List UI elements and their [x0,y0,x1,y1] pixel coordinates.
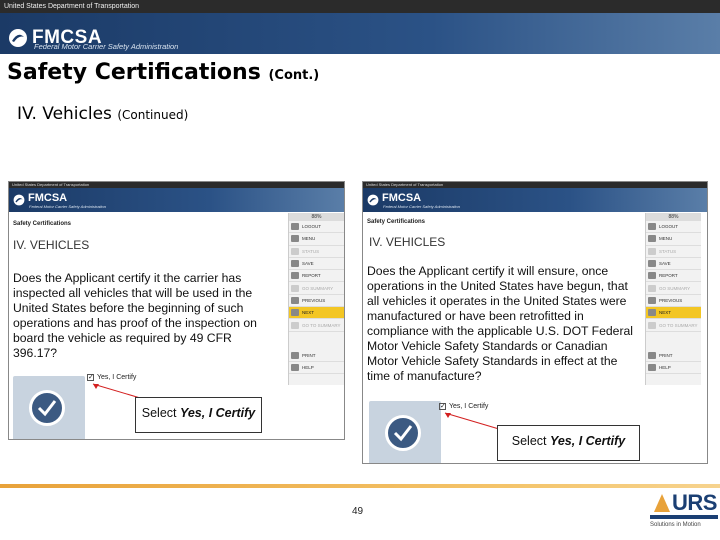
menu-help[interactable]: HELP [289,362,344,375]
page-number: 49 [352,506,364,517]
screen-section: IV. VEHICLES [369,235,446,249]
screen-section: IV. VEHICLES [13,238,90,252]
summary-icon [291,284,299,292]
mini-fmcsa-tagline: Federal Motor Carrier Safety Administrat… [29,204,106,209]
summary-icon [648,321,656,329]
menu-status[interactable]: STATUS [646,246,701,258]
side-menu: 88% LOGOUT MENU STATUS SAVE REPORT GO SU… [645,213,701,385]
menu-icon [648,235,656,243]
screenshot-vehicles-fmvss: United States Department of Transportati… [362,181,708,464]
menu-spacer [646,332,701,350]
urs-tagline: Solutions in Motion [650,522,701,528]
menu-print[interactable]: PRINT [289,350,344,362]
callout-select-yes: Select Yes, I Certify [497,425,640,461]
previous-icon [291,296,299,304]
menu-status[interactable]: STATUS [289,246,344,258]
mini-fmcsa-name: FMCSA [28,192,68,204]
menu-help[interactable]: HELP [646,362,701,375]
save-icon [648,260,656,268]
side-menu: 88% LOGOUT MENU STATUS SAVE REPORT GO SU… [288,213,344,385]
menu-go-to-summary[interactable]: GO TO SUMMARY [646,319,701,332]
menu-icon [291,235,299,243]
menu-previous[interactable]: PREVIOUS [289,295,344,308]
next-icon [648,309,656,317]
dot-bar: United States Department of Transportati… [0,0,720,13]
next-icon [291,309,299,317]
fmcsa-logo-icon [367,194,379,206]
certification-question: Does the Applicant certify it the carrie… [13,271,257,360]
menu-next[interactable]: NEXT [646,307,701,320]
menu-logout[interactable]: LOGOUT [646,221,701,234]
menu-previous[interactable]: PREVIOUS [646,295,701,308]
certify-illustration [13,376,85,439]
menu-save[interactable]: SAVE [646,258,701,271]
summary-icon [648,284,656,292]
status-icon [648,247,656,255]
save-icon [291,260,299,268]
menu-go-summary[interactable]: GO SUMMARY [646,282,701,295]
menu-logout[interactable]: LOGOUT [289,221,344,234]
menu-menu[interactable]: MENU [289,233,344,246]
status-icon [291,247,299,255]
certify-illustration [369,401,441,463]
fmcsa-logo-icon [9,29,27,47]
checkbox-icon: ✓ [439,403,446,410]
page-title-text: Safety Certifications [7,60,261,85]
certification-question: Does the Applicant certify it will ensur… [367,264,633,383]
mini-fmcsa-tagline: Federal Motor Carrier Safety Administrat… [383,204,460,209]
report-icon [291,272,299,280]
page-title-suffix: (Cont.) [268,68,320,83]
menu-spacer [289,332,344,350]
menu-print[interactable]: PRINT [646,350,701,362]
callout-select-yes: Select Yes, I Certify [135,397,262,433]
mini-fmcsa-name: FMCSA [382,192,422,204]
screen-heading: Safety Certifications [367,219,426,225]
logout-icon [291,223,299,231]
checkmark-icon [29,390,65,426]
print-icon [291,351,299,359]
urs-mark-icon [654,494,670,512]
fmcsa-logo-icon [13,194,25,206]
progress-percent: 88% [646,213,701,221]
report-icon [648,272,656,280]
section-title-text: IV. Vehicles [17,104,112,124]
progress-percent: 88% [289,213,344,221]
summary-icon [291,321,299,329]
yes-certify-checkbox[interactable]: ✓ Yes, I Certify [439,403,488,410]
urs-logo-bar [650,515,718,519]
checkbox-icon: ✓ [87,374,94,381]
menu-save[interactable]: SAVE [289,258,344,271]
screen-heading: Safety Certifications [13,221,72,227]
mini-fmcsa-banner: FMCSA Federal Motor Carrier Safety Admin… [363,188,707,212]
checkmark-icon [385,415,421,451]
menu-report[interactable]: REPORT [646,270,701,283]
menu-next[interactable]: NEXT [289,307,344,320]
fmcsa-tagline: Federal Motor Carrier Safety Administrat… [34,42,179,51]
arrow-icon [444,412,500,430]
slide: United States Department of Transportati… [0,0,720,540]
menu-go-summary[interactable]: GO SUMMARY [289,282,344,295]
help-icon [291,364,299,372]
mini-fmcsa-banner: FMCSA Federal Motor Carrier Safety Admin… [9,188,344,212]
footer-rule [0,484,720,488]
menu-menu[interactable]: MENU [646,233,701,246]
help-icon [648,364,656,372]
menu-report[interactable]: REPORT [289,270,344,283]
section-title: IV. Vehicles (Continued) [17,104,188,124]
menu-go-to-summary[interactable]: GO TO SUMMARY [289,319,344,332]
urs-logo: URS [672,490,717,515]
logout-icon [648,223,656,231]
section-title-suffix: (Continued) [117,108,189,122]
previous-icon [648,296,656,304]
yes-certify-checkbox[interactable]: ✓ Yes, I Certify [87,374,136,381]
print-icon [648,351,656,359]
page-title: Safety Certifications (Cont.) [7,60,319,85]
